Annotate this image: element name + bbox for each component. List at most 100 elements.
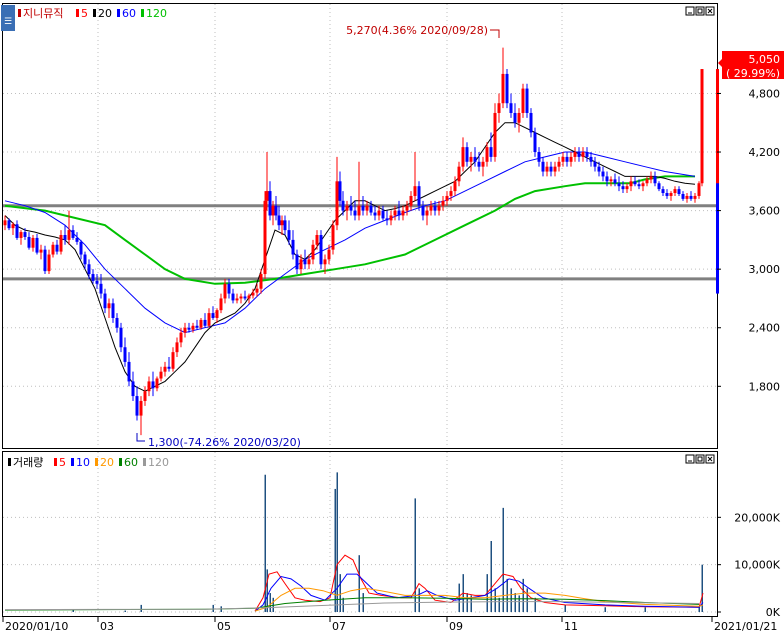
legend-swatch <box>93 9 96 17</box>
candle-body <box>549 166 553 172</box>
candle-body <box>593 161 597 167</box>
volume-bar <box>526 588 528 612</box>
candle-body <box>187 327 191 330</box>
candle-body <box>123 347 127 362</box>
candle-body <box>35 237 39 253</box>
candle-body <box>697 183 701 196</box>
candle-body <box>585 152 589 157</box>
candle-body <box>331 225 335 250</box>
candle-body <box>637 184 641 187</box>
candle-body <box>243 296 247 299</box>
legend-label: 5 <box>59 456 66 469</box>
candle-body <box>299 259 303 270</box>
price-y-axis: 4,800 4,200 3,600 3,000 2,400 1,800 <box>717 87 780 393</box>
candle-body <box>167 366 171 369</box>
candle-body <box>107 303 111 309</box>
x-tick-label: 03 <box>100 620 114 632</box>
candle-body <box>115 317 119 328</box>
candle-body <box>577 152 581 157</box>
candle-body <box>39 249 43 253</box>
candle-body <box>565 156 569 162</box>
candle-body <box>103 293 107 309</box>
volume-bar <box>358 555 360 612</box>
price-panel-controls <box>685 6 715 16</box>
candle-body <box>207 313 211 326</box>
candle-body <box>609 179 613 182</box>
candle-body <box>509 103 513 113</box>
candle-body <box>685 195 689 199</box>
candle-body <box>135 396 139 416</box>
volume-panel-min-button[interactable] <box>685 454 695 464</box>
candle-body <box>405 205 409 211</box>
volume-bar <box>498 597 500 612</box>
candle-body <box>425 210 429 216</box>
volume-y-tick-label: 0K <box>766 606 781 619</box>
candle-body <box>613 179 617 184</box>
candle-body <box>291 239 295 255</box>
candle-body <box>99 283 103 294</box>
volume-bar <box>518 595 520 612</box>
candle-body <box>681 194 685 199</box>
price-panel-frame <box>2 3 718 449</box>
candle-body <box>417 186 421 206</box>
candle-body <box>95 280 99 284</box>
legend-label: 거래량 <box>13 456 43 469</box>
candle-body <box>629 181 633 187</box>
legend-swatch <box>71 458 74 466</box>
candle-body <box>47 254 51 272</box>
legend-swatch <box>76 9 79 17</box>
candle-body <box>453 181 457 192</box>
candle-body <box>195 325 199 328</box>
price-badge-change: ( 29.99%) <box>726 67 780 80</box>
candle-body <box>155 378 159 389</box>
candle-body <box>653 176 657 184</box>
x-tick-label: 05 <box>217 620 231 632</box>
chart-menu-glyph[interactable]: ☰ <box>4 17 12 27</box>
candle-body <box>131 381 135 397</box>
volume-y-tick-label: 20,000K <box>734 511 780 524</box>
legend-label: 5 <box>81 7 88 20</box>
candle-body <box>247 295 251 299</box>
candle-body <box>55 244 59 252</box>
high-annotation: 5,270(4.36% 2020/09/28) <box>346 24 500 38</box>
candle-body <box>481 161 485 167</box>
candle-body <box>59 235 63 252</box>
candle-body <box>215 310 219 318</box>
legend-swatch <box>54 458 57 466</box>
candle-body <box>677 189 681 194</box>
legend-swatch <box>95 458 98 466</box>
candle-body <box>91 274 95 281</box>
candle-body <box>327 249 331 260</box>
price-y-tick-label: 3,000 <box>749 263 781 276</box>
candle-body <box>429 205 433 211</box>
candle-body <box>353 210 357 216</box>
candle-body <box>119 327 123 348</box>
price-panel-min-button[interactable] <box>685 6 695 16</box>
volume-bar <box>266 569 268 612</box>
candle-body <box>393 210 397 216</box>
volume-bar <box>124 610 126 612</box>
candle-body <box>303 259 307 265</box>
candle-body <box>589 156 593 162</box>
volume-bar <box>564 604 566 612</box>
candle-body <box>199 319 203 328</box>
candle-body <box>373 212 377 216</box>
price-y-tick-label: 4,200 <box>749 146 781 159</box>
price-change-bar-down <box>716 183 719 294</box>
candle-body <box>641 183 645 187</box>
candle-body <box>369 205 373 213</box>
candle-body <box>179 332 183 343</box>
candle-body <box>361 205 365 211</box>
candle-body <box>7 220 11 229</box>
candle-body <box>617 183 621 187</box>
candle-body <box>143 391 147 401</box>
volume-panel-restore-button[interactable] <box>695 454 705 464</box>
volume-y-axis: 20,000K 10,000K 0K <box>717 511 781 619</box>
candle-body <box>409 195 413 206</box>
candle-body <box>621 186 625 190</box>
candle-body <box>625 186 629 190</box>
candle-body <box>223 283 227 299</box>
price-panel-restore-button[interactable] <box>695 6 705 16</box>
candle-body <box>175 342 179 353</box>
candle-body <box>469 156 473 162</box>
